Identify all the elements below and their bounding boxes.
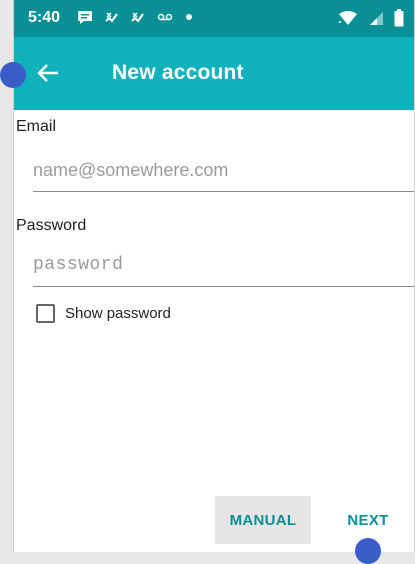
wifi-icon <box>338 10 358 31</box>
password-field[interactable] <box>33 248 414 287</box>
manual-button[interactable]: MANUAL <box>215 496 311 544</box>
app-screen: 5:40 New account Email name@somewhere.co… <box>13 0 415 552</box>
show-password-label: Show password <box>65 305 171 322</box>
message-icon <box>77 10 93 27</box>
voicemail-icon <box>157 10 173 27</box>
dot-icon <box>185 10 193 27</box>
password-label: Password <box>16 217 87 234</box>
missed-call-icon <box>131 10 145 27</box>
app-bar: New account <box>14 37 414 110</box>
show-password-row[interactable]: Show password <box>36 304 171 323</box>
show-password-checkbox[interactable] <box>36 304 55 323</box>
status-time: 5:40 <box>28 9 61 26</box>
status-system-icons <box>338 9 404 32</box>
signal-icon <box>368 10 384 31</box>
arrow-left-icon <box>37 64 58 82</box>
touch-indicator <box>355 538 381 564</box>
email-field[interactable] <box>33 153 414 192</box>
status-notification-icons <box>77 10 193 27</box>
status-bar: 5:40 <box>14 0 414 37</box>
missed-call-icon <box>105 10 119 27</box>
next-button[interactable]: NEXT <box>337 496 399 544</box>
back-button[interactable] <box>30 55 66 91</box>
touch-indicator <box>0 62 26 88</box>
battery-icon <box>394 9 404 32</box>
email-label: Email <box>16 118 57 135</box>
page-title: New account <box>112 61 244 84</box>
